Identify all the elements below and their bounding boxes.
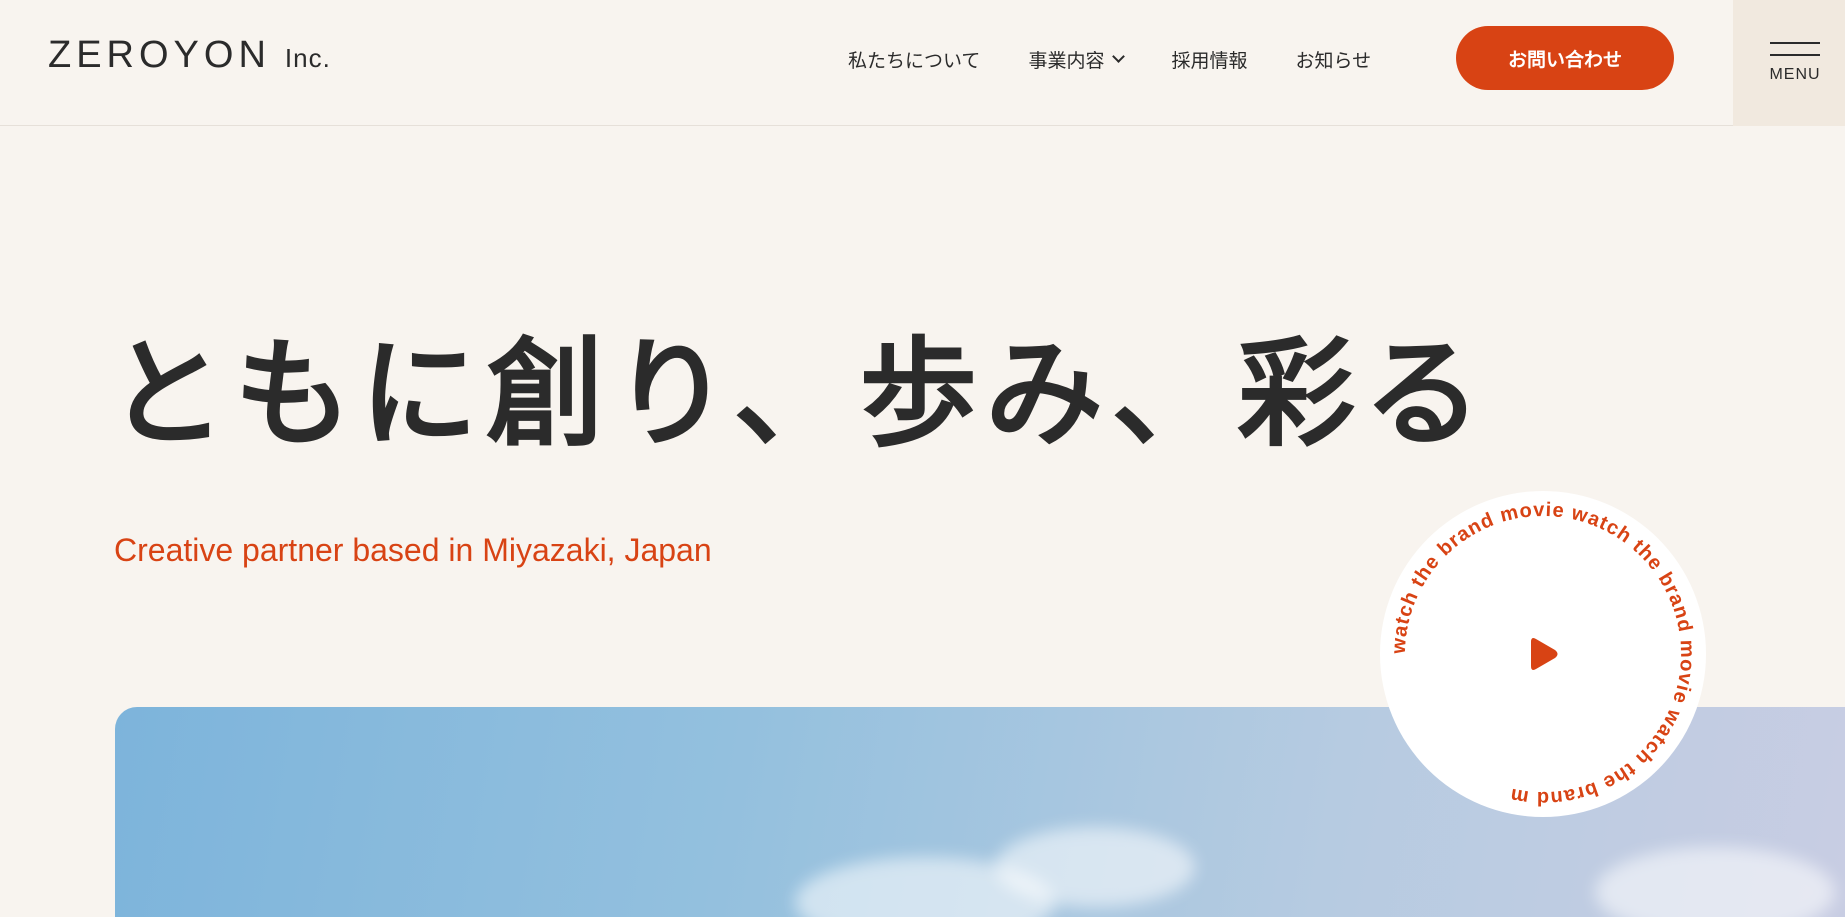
hero-title: ともに創り、歩み、彩る [108, 325, 1490, 463]
hero-subtitle: Creative partner based in Miyazaki, Japa… [114, 532, 712, 568]
logo-suffix: Inc. [284, 43, 331, 73]
nav-item-news[interactable]: お知らせ [1295, 46, 1371, 73]
watch-movie-button[interactable]: watch the brand movie watch the brand mo… [1380, 491, 1706, 817]
hamburger-icon [1770, 42, 1820, 56]
contact-button[interactable]: お問い合わせ [1456, 26, 1674, 90]
nav-item-business[interactable]: 事業内容 [1028, 46, 1126, 73]
movie-badge-graphic: watch the brand movie watch the brand mo… [1380, 491, 1706, 817]
logo[interactable]: ZEROYON Inc. [48, 34, 331, 77]
chevron-down-icon [1112, 50, 1126, 63]
nav-item-business-label: 事業内容 [1028, 50, 1105, 72]
nav-item-about[interactable]: 私たちについて [848, 46, 980, 73]
menu-label: MENU [1769, 66, 1821, 83]
cloud-shape [1595, 847, 1835, 917]
main-nav: 私たちについて 事業内容 採用情報 お知らせ [848, 46, 1371, 73]
nav-item-recruit[interactable]: 採用情報 [1171, 46, 1247, 73]
menu-button[interactable]: MENU [1733, 0, 1845, 126]
cloud-shape [995, 827, 1195, 907]
site-header: ZEROYON Inc. 私たちについて 事業内容 採用情報 お知らせ お問い合… [0, 0, 1845, 126]
logo-wordmark: ZEROYON [48, 34, 271, 76]
